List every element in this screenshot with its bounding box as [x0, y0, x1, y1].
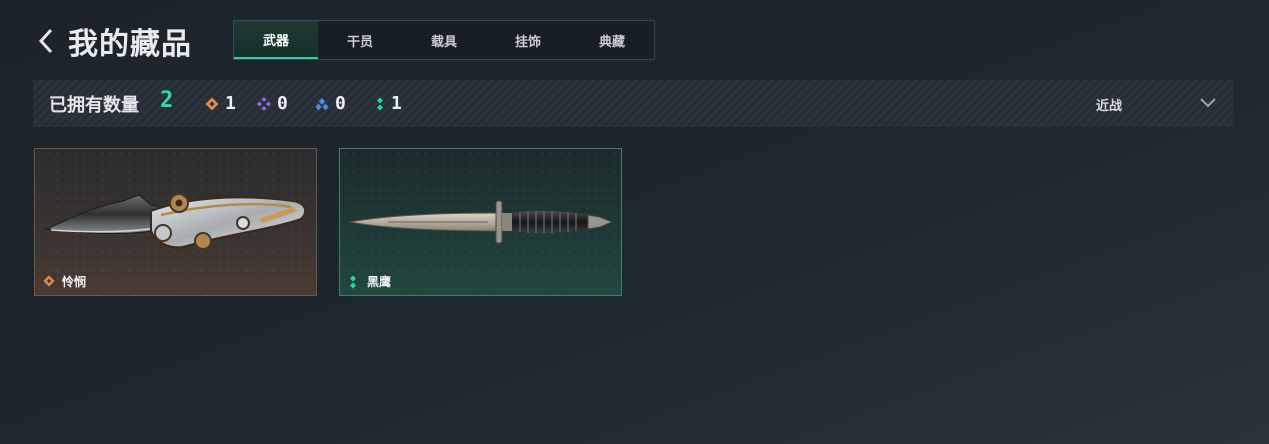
rarity-count-value: 1: [391, 93, 402, 114]
item-card-lianmin[interactable]: 怜悯: [34, 148, 317, 296]
chevron-down-icon[interactable]: [1199, 95, 1217, 109]
tab-vehicles[interactable]: 载具: [402, 21, 486, 59]
weapon-type-filter[interactable]: 近战: [1096, 95, 1122, 114]
back-button[interactable]: [34, 21, 58, 61]
orange-rarity-icon: [43, 275, 55, 287]
rarity-count-value: 0: [277, 93, 288, 114]
item-card-heiying[interactable]: 黑鹰: [339, 148, 622, 296]
rarity-count-orange: 1: [205, 93, 236, 114]
tab-charms[interactable]: 挂饰: [486, 21, 570, 59]
owned-count-label: 已拥有数量: [49, 95, 139, 116]
rarity-count-value: 1: [225, 93, 236, 114]
green-rarity-icon: [350, 275, 356, 289]
page-header: 我的藏品: [34, 20, 192, 62]
rarity-count-value: 0: [335, 93, 346, 114]
dagger-icon: [349, 200, 614, 244]
rarity-count-purple: 0: [257, 93, 288, 114]
item-name: 黑鹰: [367, 275, 392, 289]
orange-rarity-icon: [205, 97, 219, 110]
page-title: 我的藏品: [68, 27, 192, 62]
tab-operators[interactable]: 干员: [318, 21, 402, 59]
purple-rarity-icon: [257, 96, 271, 111]
blue-rarity-icon: [315, 97, 329, 110]
owned-count-value: 2: [160, 88, 174, 113]
rarity-count-blue: 0: [315, 93, 346, 114]
chevron-left-icon: [38, 28, 53, 54]
stats-bar: 已拥有数量 2 1 0 0 1 近战: [33, 80, 1233, 127]
folding-knife-icon: [45, 193, 307, 250]
tab-weapons[interactable]: 武器: [234, 21, 318, 59]
green-rarity-icon: [377, 97, 383, 110]
category-tabs: 武器 干员 载具 挂饰 典藏: [233, 20, 655, 60]
tab-collection[interactable]: 典藏: [570, 21, 654, 59]
rarity-count-green: 1: [375, 93, 402, 114]
item-name: 怜悯: [62, 275, 87, 289]
